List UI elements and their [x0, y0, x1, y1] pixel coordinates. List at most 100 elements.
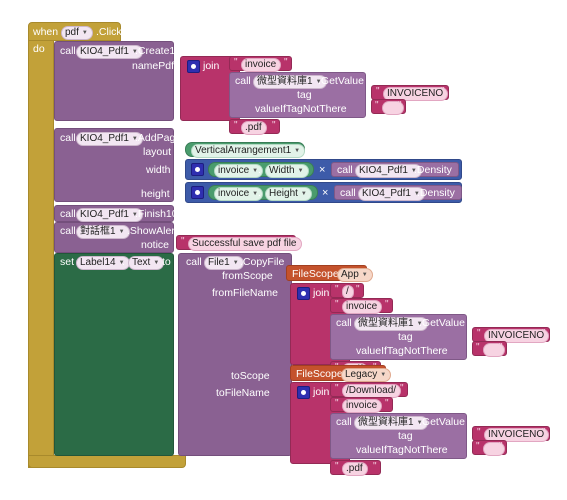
multiply-width-symbol: × [319, 164, 326, 176]
copyfile-method-label: .CopyFile [240, 256, 285, 268]
set-to-label: to [162, 256, 171, 268]
event-name-label: .Click [96, 26, 122, 38]
tinydb-2-call-label: call [336, 317, 352, 329]
finish10-method-label: .Finish10 [135, 208, 178, 220]
set-component-name: Label14 [80, 257, 116, 268]
set-dot-separator: . [122, 256, 125, 268]
quote-close-icon: " [400, 383, 404, 394]
event-component-dropdown[interactable]: pdf ▼ [61, 26, 93, 40]
tinydb-2-component-dropdown[interactable]: 微型資料庫1 ▼ [354, 317, 428, 331]
quote-close-icon: " [356, 284, 360, 295]
invoice-width-component-name: invoice [218, 165, 250, 176]
set-label14-text-block[interactable] [54, 253, 174, 456]
quote-close-icon: " [272, 120, 276, 131]
mutator-gear-icon[interactable] [297, 386, 310, 399]
quote-open-icon: " [476, 441, 480, 452]
filescope-app-dropdown[interactable]: App ▼ [337, 268, 373, 282]
chevron-down-icon: ▼ [380, 372, 387, 378]
tinydb-3-component-name: 微型資料庫1 [358, 417, 414, 428]
set-property-dropdown[interactable]: Text ▼ [128, 256, 165, 270]
addpage10-arg-layout-label: layout [143, 146, 172, 158]
create10-component-dropdown[interactable]: KIO4_Pdf1 ▼ [76, 45, 143, 59]
density-height-component-dropdown[interactable]: KIO4_Pdf1 ▼ [358, 187, 425, 201]
invoice-height-component-name: invoice [218, 188, 250, 199]
copyfile-component-name: File1 [208, 257, 230, 268]
quote-close-icon: " [398, 100, 402, 111]
quote-open-icon: " [476, 342, 480, 353]
join-tofilename-label: join [313, 386, 330, 398]
mutator-gear-icon[interactable] [297, 287, 310, 300]
addpage10-arg-width-label: width [146, 164, 171, 176]
text-pdf-1-value[interactable]: .pdf [241, 121, 267, 135]
showalert-component-dropdown[interactable]: 對話框1 ▼ [76, 225, 130, 239]
quote-open-icon: " [477, 328, 481, 339]
dot-separator: . [258, 164, 261, 176]
density-height-call-label: call [340, 187, 356, 199]
chevron-down-icon: ▼ [294, 148, 301, 154]
finish10-component-name: KIO4_Pdf1 [80, 209, 129, 220]
tinydb-2-component-name: 微型資料庫1 [358, 318, 414, 329]
filescope-app-label: FileScope [292, 268, 339, 280]
text-pdf-3-value[interactable]: .pdf [342, 462, 368, 476]
create10-call-label: call [60, 45, 76, 57]
quote-close-icon: " [373, 461, 377, 472]
text-invoice-2-value[interactable]: invoice [342, 300, 383, 314]
mutator-gear-icon[interactable] [187, 60, 200, 73]
mutator-gear-icon[interactable] [191, 163, 204, 176]
quote-open-icon: " [376, 86, 380, 97]
set-property-name: Text [132, 257, 151, 268]
verticalarrangement1-dropdown[interactable]: VerticalArrangement1 ▼ [191, 144, 306, 158]
invoice-height-component-dropdown[interactable]: invoice ▼ [214, 187, 264, 201]
event-do-label: do [33, 43, 45, 55]
copyfile-call-label: call [186, 256, 202, 268]
invoice-height-property-name: Height [269, 188, 298, 199]
invoice-height-property-dropdown[interactable]: Height ▼ [265, 187, 312, 201]
filescope-legacy-label: FileScope [296, 368, 343, 380]
tinydb-1-call-label: call [235, 75, 251, 87]
text-success-value[interactable]: Successful save pdf file [188, 237, 302, 251]
quote-close-icon: " [288, 236, 292, 247]
addpage10-method-label: .AddPage10 [135, 132, 193, 144]
copyfile-arg-fromscope-label: fromScope [222, 270, 273, 282]
copyfile-component-dropdown[interactable]: File1 ▼ [204, 256, 244, 270]
invoice-width-component-dropdown[interactable]: invoice ▼ [214, 164, 264, 178]
call-copyfile-block[interactable] [178, 253, 292, 456]
chevron-down-icon: ▼ [300, 191, 307, 197]
tinydb-3-component-dropdown[interactable]: 微型資料庫1 ▼ [354, 416, 428, 430]
invoice-width-property-dropdown[interactable]: Width ▼ [265, 164, 309, 178]
quote-open-icon: " [477, 427, 481, 438]
tinydb-3-call-label: call [336, 416, 352, 428]
addpage10-component-name: KIO4_Pdf1 [80, 133, 129, 144]
density-width-component-dropdown[interactable]: KIO4_Pdf1 ▼ [355, 164, 422, 178]
density-width-call-label: call [337, 164, 353, 176]
blocks-workspace[interactable]: when pdf ▼ .Click do call KIO4_Pdf1 ▼ .Cre… [0, 0, 567, 500]
tinydb-1-component-name: 微型資料庫1 [257, 76, 313, 87]
quote-open-icon: " [335, 461, 339, 472]
quote-open-icon: " [335, 284, 339, 295]
chevron-down-icon: ▼ [297, 168, 304, 174]
showalert-call-label: call [60, 225, 76, 237]
addpage10-call-label: call [60, 132, 76, 144]
filescope-legacy-dropdown[interactable]: Legacy ▼ [341, 368, 392, 382]
text-invoice-1-value[interactable]: invoice [241, 58, 282, 72]
tinydb-3-method-label: .GetValue [419, 416, 465, 428]
density-height-method-label: .Density [417, 187, 455, 199]
finish10-component-dropdown[interactable]: KIO4_Pdf1 ▼ [76, 208, 143, 222]
tinydb-1-component-dropdown[interactable]: 微型資料庫1 ▼ [253, 75, 327, 89]
copyfile-arg-fromfilename-label: fromFileName [212, 287, 278, 299]
quote-close-icon: " [284, 57, 288, 68]
quote-close-icon: " [499, 342, 503, 353]
tinydb-2-tag-label: tag [398, 331, 413, 343]
mutator-gear-icon[interactable] [191, 186, 204, 199]
join-namepdf-label: join [203, 60, 220, 72]
addpage10-arg-height-label: height [141, 188, 170, 200]
text-invoice-3-value[interactable]: invoice [342, 399, 383, 413]
tinydb-1-tag-label: tag [297, 89, 312, 101]
addpage10-component-dropdown[interactable]: KIO4_Pdf1 ▼ [76, 132, 143, 146]
text-download-value[interactable]: /Download/ [342, 384, 402, 398]
quote-open-icon: " [335, 299, 339, 310]
filescope-legacy-value: Legacy [345, 369, 378, 380]
quote-close-icon: " [385, 299, 389, 310]
text-slash-1-value[interactable]: / [342, 285, 354, 299]
copyfile-arg-tofilename-label: toFileName [216, 387, 270, 399]
